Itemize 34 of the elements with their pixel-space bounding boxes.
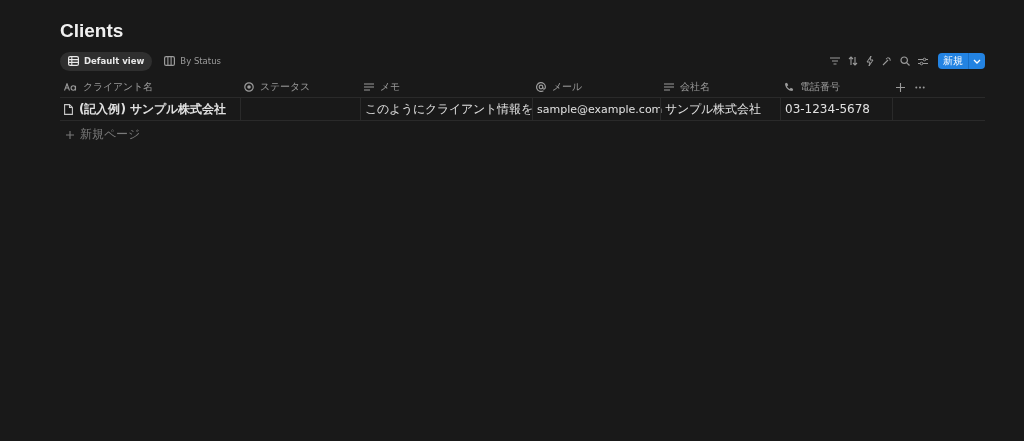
text-lines-icon <box>664 83 674 91</box>
table-cell: このようにクライアント情報を <box>365 100 533 118</box>
chevron-down-icon[interactable] <box>973 58 981 64</box>
table-icon <box>68 56 79 66</box>
columns-icon <box>164 56 176 66</box>
magic-wand-icon[interactable] <box>882 56 892 66</box>
table-cell: サンプル株式会社 <box>665 100 761 118</box>
search-icon[interactable] <box>900 56 910 66</box>
new-page-button[interactable]: 新規ページ <box>60 121 146 148</box>
row-title[interactable]: (記入例) サンプル株式会社 <box>79 100 227 118</box>
view-tab[interactable]: By Status <box>156 51 229 71</box>
sort-icon[interactable] <box>848 56 858 66</box>
lightning-icon[interactable] <box>866 56 874 66</box>
settings-icon[interactable] <box>918 56 928 66</box>
table-cell: sample@example.com <box>537 102 663 116</box>
add-column-icon[interactable] <box>896 82 905 92</box>
phone-icon <box>784 82 794 92</box>
column-header[interactable]: メモ <box>380 80 400 94</box>
column-header[interactable]: クライアント名 <box>83 80 153 94</box>
plus-icon <box>66 130 74 139</box>
page-title: Clients <box>60 20 125 42</box>
column-header[interactable]: メール <box>552 80 582 94</box>
at-sign-icon <box>536 82 546 92</box>
status-icon <box>244 82 254 92</box>
more-icon[interactable] <box>915 85 925 89</box>
filter-icon[interactable] <box>830 57 840 65</box>
column-header[interactable]: ステータス <box>260 80 310 94</box>
title-type-icon <box>64 83 77 91</box>
column-header[interactable]: 会社名 <box>680 80 710 94</box>
table-cell: 03-1234-5678 <box>785 102 870 116</box>
page-icon <box>64 103 73 115</box>
view-tab[interactable]: Default view <box>60 51 153 71</box>
text-lines-icon <box>364 83 374 91</box>
column-header[interactable]: 電話番号 <box>800 80 840 94</box>
